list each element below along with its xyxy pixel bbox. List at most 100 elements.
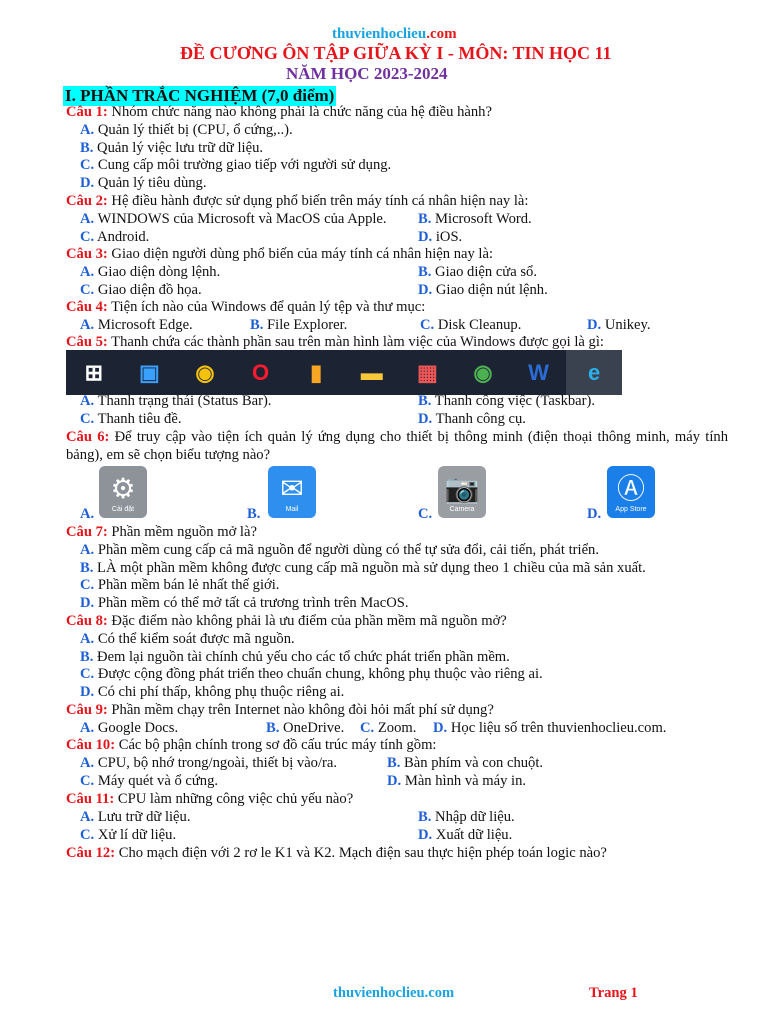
- option-text: Thanh tiêu đề.: [94, 410, 182, 427]
- question-8: Câu 8: Đặc điểm nào không phải là ưu điể…: [66, 613, 728, 631]
- option-letter: C.: [80, 410, 95, 427]
- option-text: Xử lí dữ liệu.: [94, 826, 177, 843]
- answer-option[interactable]: D. Có chi phí thấp, không phụ thuộc riên…: [80, 684, 344, 701]
- option-text: Quản lý thiết bị (CPU, ổ cứng,..).: [94, 121, 293, 138]
- site-header[interactable]: thuvienhoclieu.com: [332, 26, 457, 43]
- mail-icon[interactable]: ✉ Mail: [268, 466, 316, 518]
- option-text: File Explorer.: [263, 316, 348, 333]
- option-letter: A.: [80, 808, 95, 825]
- answer-option[interactable]: D. Học liệu số trên thuvienhoclieu.com.: [433, 720, 666, 737]
- option-letter: D.: [387, 772, 402, 789]
- answer-option[interactable]: C. Giao diện đồ họa.: [80, 282, 202, 299]
- answer-option[interactable]: A.: [80, 506, 94, 523]
- answer-option[interactable]: A. Thanh trạng thái (Status Bar).: [80, 393, 271, 410]
- site-name: thuvienhoclieu: [332, 26, 427, 42]
- chrome-icon: ◉: [195, 359, 215, 385]
- answer-option[interactable]: D. Phần mềm có thể mở tất cả trương trìn…: [80, 595, 409, 612]
- option-letter: B.: [266, 719, 280, 736]
- icon-caption: Camera: [449, 505, 475, 513]
- answer-option[interactable]: B. OneDrive.: [266, 720, 344, 737]
- option-text: Giao diện cửa sổ.: [431, 263, 537, 280]
- option-text: Lưu trữ dữ liệu.: [94, 808, 191, 825]
- option-text: Thanh công việc (Taskbar).: [431, 393, 596, 409]
- answer-option[interactable]: B. LÀ một phần mềm không được cung cấp m…: [80, 560, 646, 577]
- option-text: Unikey.: [601, 316, 651, 333]
- option-letter: B.: [80, 139, 94, 156]
- option-letter: B.: [418, 808, 432, 825]
- answer-option[interactable]: C. Zoom.: [360, 720, 416, 737]
- answer-option[interactable]: C.: [418, 506, 432, 523]
- answer-option[interactable]: A. Giao diện dòng lệnh.: [80, 264, 220, 281]
- answer-option[interactable]: B. Bàn phím và con chuột.: [387, 755, 543, 772]
- option-letter: D.: [80, 175, 95, 192]
- app-store-icon[interactable]: Ⓐ App Store: [607, 466, 655, 518]
- answer-option[interactable]: B. File Explorer.: [250, 317, 347, 334]
- question-text: Phần mềm chạy trên Internet nào không đò…: [107, 702, 494, 718]
- camera-icon-glyph: 📷: [444, 472, 480, 504]
- option-letter: D.: [587, 506, 602, 522]
- option-letter: B.: [418, 263, 432, 280]
- answer-option[interactable]: A. Google Docs.: [80, 720, 178, 737]
- option-letter: B.: [418, 393, 432, 409]
- camera-icon[interactable]: 📷 Camera: [438, 466, 486, 518]
- answer-option[interactable]: C. Cung cấp môi trường giao tiếp với ngư…: [80, 157, 391, 174]
- question-label: Câu 5:: [66, 334, 108, 350]
- answer-option[interactable]: C. Thanh tiêu đề.: [80, 411, 181, 428]
- answer-option[interactable]: B. Microsoft Word.: [418, 211, 532, 228]
- windows-start-icon: ⊞: [84, 359, 104, 385]
- answer-option[interactable]: C. Xử lí dữ liệu.: [80, 827, 176, 844]
- question-label: Câu 3:: [66, 246, 108, 262]
- question-text: Hệ điều hành được sử dụng phổ biến trên …: [107, 193, 529, 209]
- answer-option[interactable]: A. Có thể kiểm soát được mã nguồn.: [80, 631, 295, 648]
- option-text: Quản lý việc lưu trữ dữ liệu.: [93, 139, 264, 156]
- answer-option[interactable]: C. Máy quét và ổ cứng.: [80, 773, 218, 790]
- answer-option[interactable]: A. Lưu trữ dữ liệu.: [80, 809, 190, 826]
- answer-option[interactable]: B. Đem lại nguồn tài chính chủ yếu cho c…: [80, 649, 510, 666]
- option-letter: B.: [80, 648, 94, 665]
- question-10: Câu 10: Các bộ phận chính trong sơ đồ cấ…: [66, 737, 728, 755]
- answer-option[interactable]: A. Quản lý thiết bị (CPU, ổ cứng,..).: [80, 122, 293, 139]
- answer-option[interactable]: D. Thanh công cụ.: [418, 411, 526, 428]
- answer-option[interactable]: B. Quản lý việc lưu trữ dữ liệu.: [80, 140, 263, 157]
- site-tld: .com: [426, 26, 457, 42]
- microsoft-store-icon: ▣: [138, 359, 160, 385]
- option-text: OneDrive.: [279, 719, 345, 736]
- section-heading: I. PHẦN TRẮC NGHIỆM (7,0 điểm): [63, 86, 337, 106]
- answer-option[interactable]: A. Microsoft Edge.: [80, 317, 193, 334]
- answer-option[interactable]: D. Quản lý tiêu dùng.: [80, 175, 206, 192]
- answer-option[interactable]: A. CPU, bộ nhớ trong/ngoài, thiết bị vào…: [80, 755, 337, 772]
- answer-option[interactable]: B.: [247, 506, 260, 523]
- answer-option[interactable]: D. Giao diện nút lệnh.: [418, 282, 548, 299]
- option-text: Học liệu số trên thuvienhoclieu.com.: [447, 719, 667, 736]
- answer-option[interactable]: A. WINDOWS của Microsoft và MacOS của Ap…: [80, 211, 387, 228]
- option-text: Đem lại nguồn tài chính chủ yếu cho các …: [93, 648, 510, 665]
- option-letter: C.: [360, 719, 375, 736]
- answer-option[interactable]: B. Nhập dữ liệu.: [418, 809, 515, 826]
- answer-option[interactable]: B. Thanh công việc (Taskbar).: [418, 393, 595, 410]
- option-text: Được cộng đồng phát triển theo chuẩn chu…: [94, 666, 543, 683]
- question-label: Câu 2:: [66, 193, 108, 209]
- answer-option[interactable]: C. Phần mềm bán lẻ nhất thế giới.: [80, 577, 279, 594]
- answer-option[interactable]: D. Unikey.: [587, 317, 651, 334]
- question-3: Câu 3: Giao diện người dùng phổ biến của…: [66, 246, 728, 264]
- answer-option[interactable]: A. Phần mềm cung cấp cả mã nguồn để ngườ…: [80, 542, 599, 559]
- option-text: iOS.: [432, 228, 463, 245]
- answer-option[interactable]: C. Disk Cleanup.: [420, 317, 521, 334]
- question-label: Câu 12:: [66, 845, 116, 861]
- question-label: Câu 11:: [66, 791, 115, 807]
- answer-option[interactable]: B. Giao diện cửa sổ.: [418, 264, 537, 281]
- option-text: CPU, bộ nhớ trong/ngoài, thiết bị vào/ra…: [94, 754, 338, 771]
- file-explorer-icon: ▬: [360, 359, 383, 385]
- answer-option[interactable]: D. Màn hình và máy in.: [387, 773, 526, 790]
- footer-site[interactable]: thuvienhoclieu.com: [333, 985, 454, 1002]
- question-text: Đặc điểm nào không phải là ưu điểm của p…: [107, 613, 507, 629]
- answer-option[interactable]: D. iOS.: [418, 229, 462, 246]
- answer-option[interactable]: C. Android.: [80, 229, 149, 246]
- answer-option[interactable]: D.: [587, 506, 601, 523]
- option-text: Bàn phím và con chuột.: [400, 754, 544, 771]
- question-6: Câu 6: Để truy cập vào tiện ích quản lý …: [66, 429, 728, 465]
- settings-icon[interactable]: ⚙ Cài đặt: [99, 466, 147, 518]
- option-letter: D.: [418, 826, 433, 843]
- answer-option[interactable]: C. Được cộng đồng phát triển theo chuẩn …: [80, 666, 543, 683]
- answer-option[interactable]: D. Xuất dữ liệu.: [418, 827, 512, 844]
